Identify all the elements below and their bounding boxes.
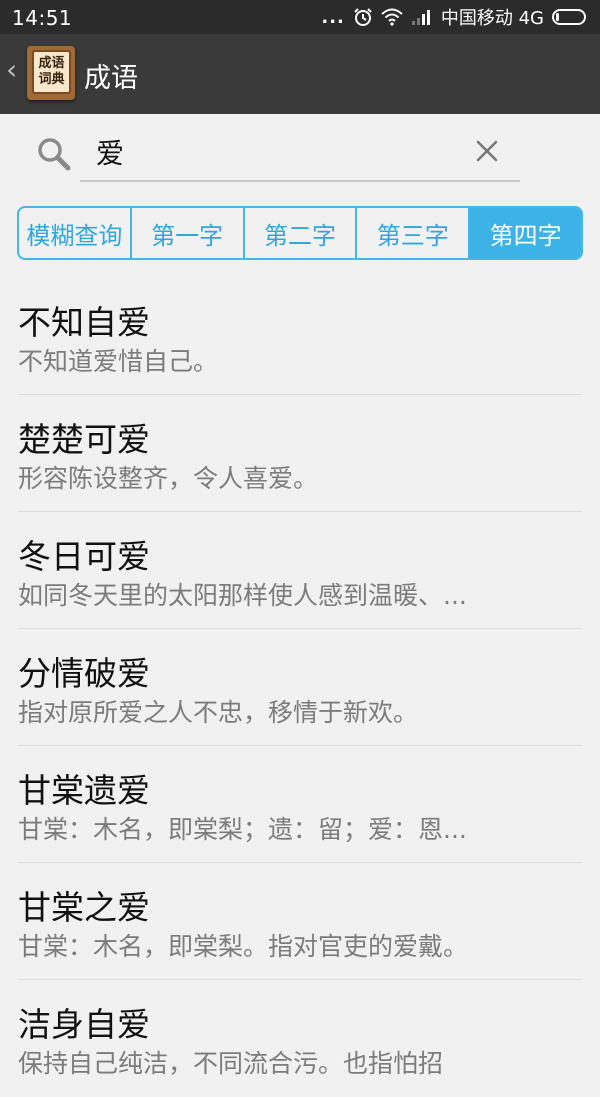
logo-line-1: 成语 <box>38 56 65 71</box>
search-mode-tabs: 模糊查询 第一字 第二字 第三字 第四字 <box>17 206 583 260</box>
idiom-title: 冬日可爱 <box>18 537 150 576</box>
list-item[interactable]: 楚楚可爱 形容陈设整齐，令人喜爱。 <box>0 395 600 512</box>
list-item[interactable]: 甘棠之爱 甘棠：木名，即棠梨。指对官吏的爱戴。 <box>0 863 600 980</box>
list-item[interactable]: 洁身自爱 保持自己纯洁，不同流合污。也指怕招 <box>0 980 600 1097</box>
idiom-title: 不知自爱 <box>18 303 150 342</box>
battery-icon <box>552 9 586 25</box>
battery-level <box>556 13 559 21</box>
tab-fuzzy-search[interactable]: 模糊查询 <box>19 208 132 258</box>
list-item[interactable]: 分情破爱 指对原所爱之人不忠，移情于新欢。 <box>0 629 600 746</box>
search-underline <box>80 180 520 182</box>
idiom-description: 甘棠：木名，即棠梨。指对官吏的爱戴。 <box>18 932 469 961</box>
notification-dots: ... <box>321 6 345 28</box>
list-item[interactable]: 甘棠遗爱 甘棠：木名，即棠梨；遗：留；爱：恩... <box>0 746 600 863</box>
idiom-description: 不知道爱惜自己。 <box>18 347 219 376</box>
idiom-description: 甘棠：木名，即棠梨；遗：留；爱：恩... <box>18 815 467 844</box>
idiom-title: 甘棠之爱 <box>18 888 150 927</box>
close-icon[interactable] <box>474 138 500 164</box>
tab-fourth-char[interactable]: 第四字 <box>470 208 581 258</box>
tab-second-char[interactable]: 第二字 <box>245 208 358 258</box>
status-icons: ... 中国移动 4G <box>321 5 586 29</box>
alarm-icon <box>353 7 373 27</box>
logo-line-2: 词典 <box>38 72 65 87</box>
tab-first-char[interactable]: 第一字 <box>132 208 245 258</box>
idiom-description: 保持自己纯洁，不同流合污。也指怕招 <box>18 1049 444 1078</box>
status-bar: 14:51 ... 中国移动 4G <box>0 0 600 34</box>
signal-icon <box>411 8 433 26</box>
wifi-icon <box>381 8 403 26</box>
carrier-label: 中国移动 4G <box>440 8 544 29</box>
list-item[interactable]: 冬日可爱 如同冬天里的太阳那样使人感到温暖、... <box>0 512 600 629</box>
results-list: 不知自爱 不知道爱惜自己。 楚楚可爱 形容陈设整齐，令人喜爱。 冬日可爱 如同冬… <box>0 278 600 1097</box>
app-logo[interactable]: 成语 词典 <box>27 46 75 100</box>
idiom-title: 甘棠遗爱 <box>18 771 150 810</box>
idiom-title: 洁身自爱 <box>18 1005 150 1044</box>
idiom-description: 形容陈设整齐，令人喜爱。 <box>18 464 319 493</box>
idiom-title: 分情破爱 <box>18 654 150 693</box>
list-item[interactable]: 不知自爱 不知道爱惜自己。 <box>0 278 600 395</box>
status-time: 14:51 <box>12 6 73 30</box>
search-input[interactable] <box>96 134 456 170</box>
idiom-title: 楚楚可爱 <box>18 420 150 459</box>
idiom-description: 指对原所爱之人不忠，移情于新欢。 <box>18 698 419 727</box>
idiom-description: 如同冬天里的太阳那样使人感到温暖、... <box>18 581 467 610</box>
search-icon <box>37 137 71 175</box>
chevron-left-icon[interactable]: ‹ <box>6 56 17 84</box>
logo-label: 成语 词典 <box>32 50 71 94</box>
page-title: 成语 <box>84 63 138 94</box>
search-bar <box>0 114 600 204</box>
app-bar: ‹ 成语 词典 成语 <box>0 34 600 114</box>
tab-third-char[interactable]: 第三字 <box>357 208 471 258</box>
